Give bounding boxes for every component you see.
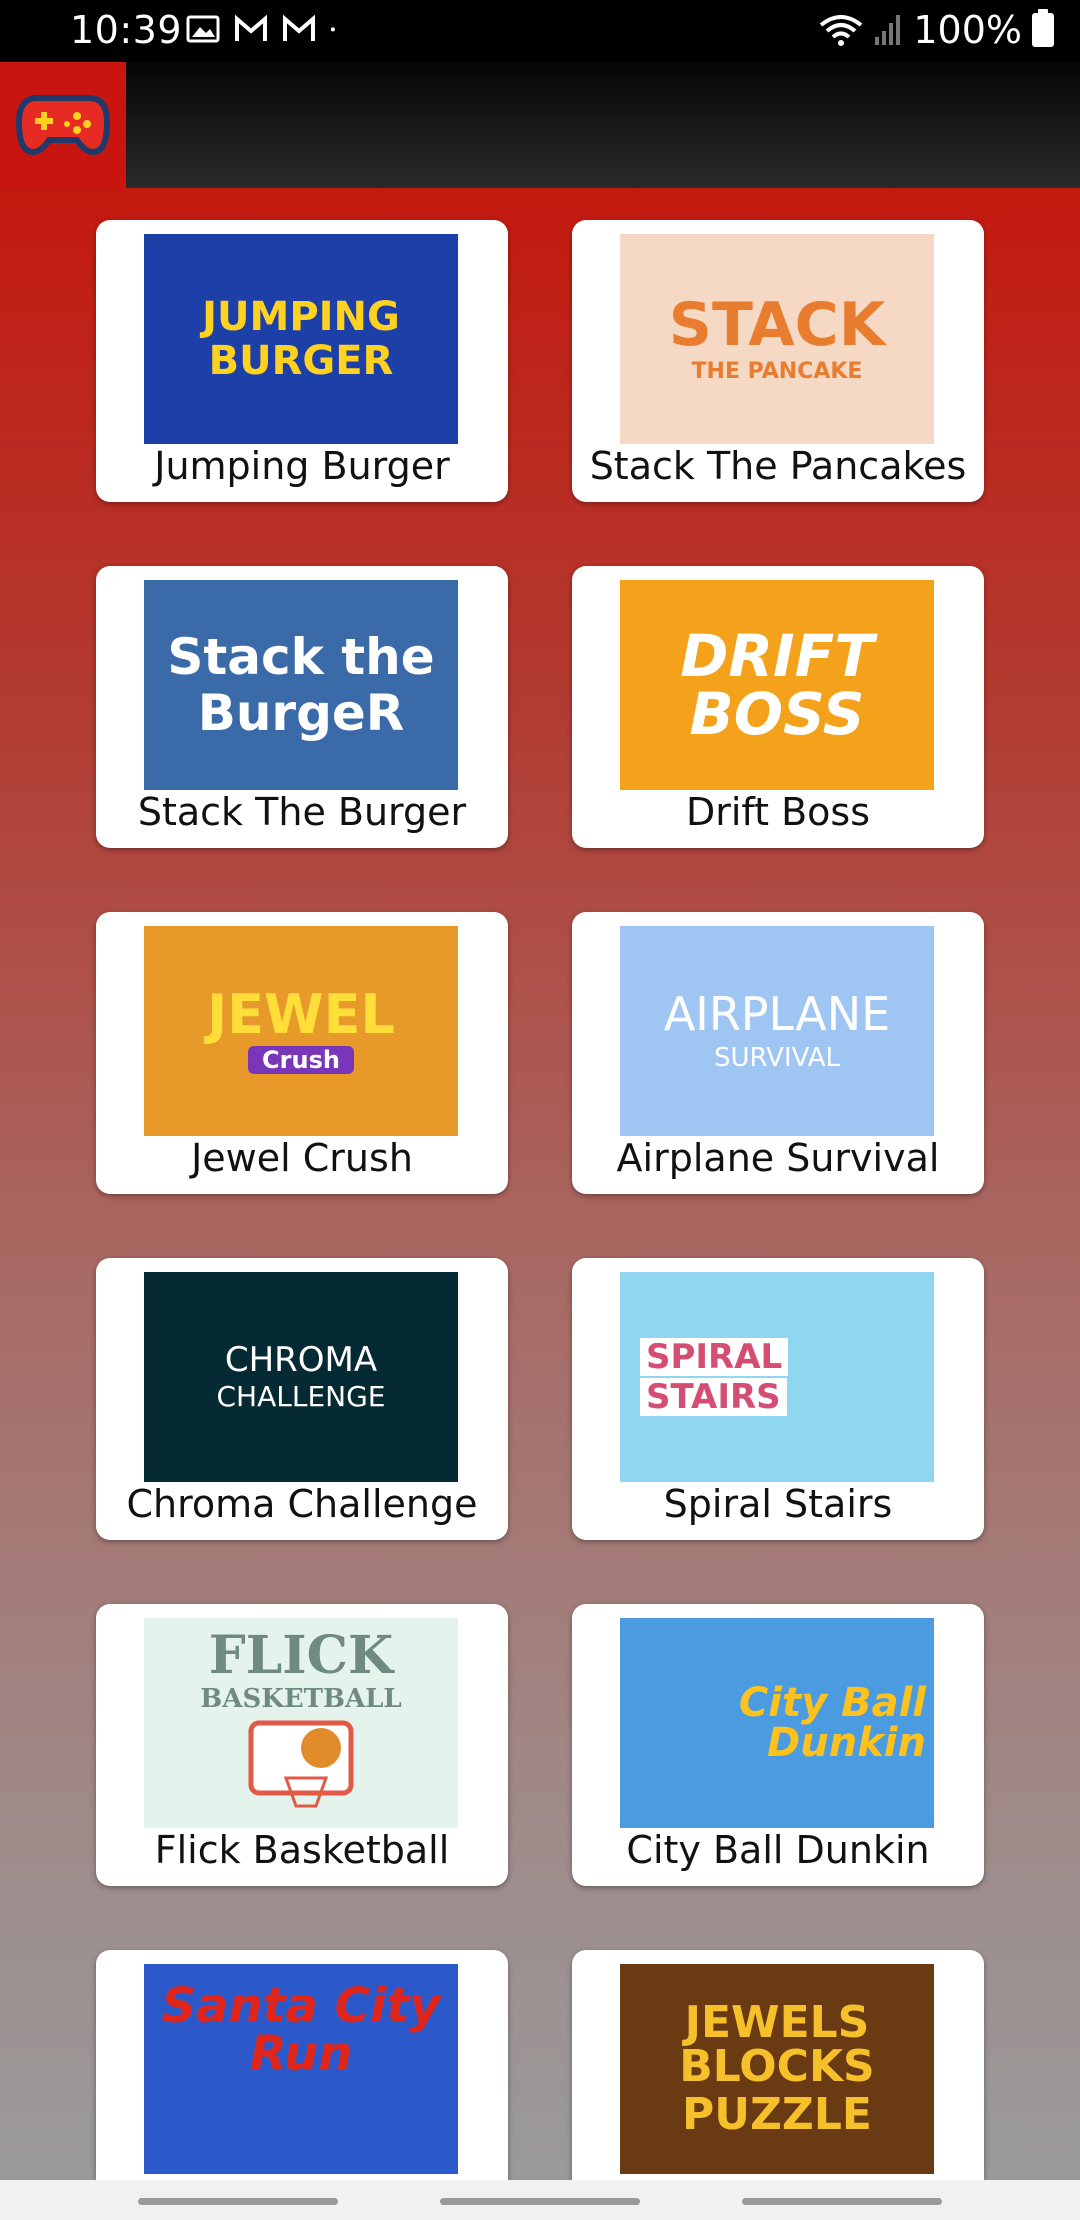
home-button[interactable] (440, 2198, 640, 2205)
game-title: Airplane Survival (616, 1136, 940, 1180)
thumb-text: SPIRAL (640, 1338, 789, 1376)
thumb-text: STAIRS (640, 1378, 787, 1416)
game-thumbnail: JEWELS BLOCKS PUZZLE (620, 1964, 934, 2174)
game-title: Jewel Crush (191, 1136, 413, 1180)
game-title: Stack The Pancakes (589, 444, 967, 488)
game-thumbnail: DRIFT BOSS (620, 580, 934, 790)
game-thumbnail: CHROMA CHALLENGE (144, 1272, 458, 1482)
thumb-text: CHALLENGE (216, 1380, 386, 1413)
game-card[interactable]: SPIRAL STAIRS Spiral Stairs (572, 1258, 984, 1540)
game-card[interactable]: Stack the BurgeR Stack The Burger (96, 566, 508, 848)
app-logo[interactable] (0, 62, 126, 188)
game-thumbnail: Stack the BurgeR (144, 580, 458, 790)
thumb-text: JUMPING (202, 294, 400, 340)
game-title: Drift Boss (685, 790, 871, 834)
thumb-text: Dunkin (767, 1720, 926, 1766)
game-thumbnail: AIRPLANE SURVIVAL (620, 926, 934, 1136)
thumb-text: PUZZLE (682, 2089, 872, 2140)
game-card[interactable]: FLICK BASKETBALL Flick Basketball (96, 1604, 508, 1886)
system-nav-bar (0, 2180, 1080, 2220)
thumb-text: CHROMA (224, 1340, 378, 1380)
thumb-text: BURGER (208, 338, 394, 384)
game-card[interactable]: STACK THE PANCAKE Stack The Pancakes (572, 220, 984, 502)
game-card[interactable]: Santa City Run (96, 1950, 508, 2180)
game-title: Stack The Burger (137, 790, 467, 834)
game-title: Jumping Burger (154, 444, 450, 488)
notification-icons (186, 14, 344, 44)
game-card[interactable]: JEWELS BLOCKS PUZZLE (572, 1950, 984, 2180)
thumb-text: AIRPLANE (663, 987, 891, 1041)
game-thumbnail: FLICK BASKETBALL (144, 1618, 458, 1828)
gmail-icon (235, 14, 267, 41)
app-bar (0, 62, 1080, 188)
thumb-text: BASKETBALL (200, 1684, 402, 1714)
thumb-text: Crush (248, 1046, 354, 1074)
thumb-text: Run (249, 2026, 353, 2082)
gmail-icon (283, 14, 315, 41)
game-thumbnail: Santa City Run (144, 1964, 458, 2174)
basketball-hoop-icon (248, 1720, 354, 1808)
thumb-text: Santa City (161, 1978, 441, 2034)
signal-icon (875, 15, 901, 45)
game-card[interactable]: City Ball Dunkin City Ball Dunkin (572, 1604, 984, 1886)
game-thumbnail: STACK THE PANCAKE (620, 234, 934, 444)
battery-percent: 100% (913, 8, 1022, 52)
thumb-text: Stack the (167, 628, 435, 686)
wifi-icon (820, 15, 863, 46)
game-card[interactable]: CHROMA CHALLENGE Chroma Challenge (96, 1258, 508, 1540)
game-title: Flick Basketball (154, 1828, 450, 1872)
thumb-text: City Ball (738, 1680, 926, 1726)
game-thumbnail: SPIRAL STAIRS (620, 1272, 934, 1482)
battery-icon (1032, 9, 1054, 47)
system-icons: 100% (819, 8, 1054, 52)
back-button[interactable] (742, 2198, 942, 2205)
thumb-text: BOSS (689, 680, 865, 748)
thumb-text: THE PANCAKE (691, 359, 863, 384)
game-thumbnail: JEWEL Crush (144, 926, 458, 1136)
game-list[interactable]: JUMPING BURGER Jumping Burger STACK THE … (0, 188, 1080, 2180)
status-time: 10:39 (70, 8, 183, 52)
game-thumbnail: JUMPING BURGER (144, 234, 458, 444)
gamepad-icon (15, 95, 111, 156)
thumb-text: SURVIVAL (713, 1043, 841, 1073)
game-card[interactable]: DRIFT BOSS Drift Boss (572, 566, 984, 848)
recents-button[interactable] (138, 2198, 338, 2205)
thumb-text: FLICK (208, 1625, 394, 1686)
thumb-text: JEWEL (207, 983, 395, 1046)
game-title: Chroma Challenge (126, 1482, 478, 1526)
game-card[interactable]: JUMPING BURGER Jumping Burger (96, 220, 508, 502)
game-card[interactable]: AIRPLANE SURVIVAL Airplane Survival (572, 912, 984, 1194)
game-card[interactable]: JEWEL Crush Jewel Crush (96, 912, 508, 1194)
thumb-text: STACK (668, 290, 886, 360)
thumb-text: BurgeR (197, 684, 405, 742)
game-title: City Ball Dunkin (626, 1828, 930, 1872)
thumb-text: DRIFT (680, 622, 874, 690)
image-icon (186, 15, 220, 43)
thumb-text: JEWELS BLOCKS (679, 1997, 875, 2092)
game-title: Spiral Stairs (663, 1482, 893, 1526)
dot-icon (330, 27, 335, 32)
status-bar: 10:39 100% (0, 0, 1080, 62)
game-thumbnail: City Ball Dunkin (620, 1618, 934, 1828)
